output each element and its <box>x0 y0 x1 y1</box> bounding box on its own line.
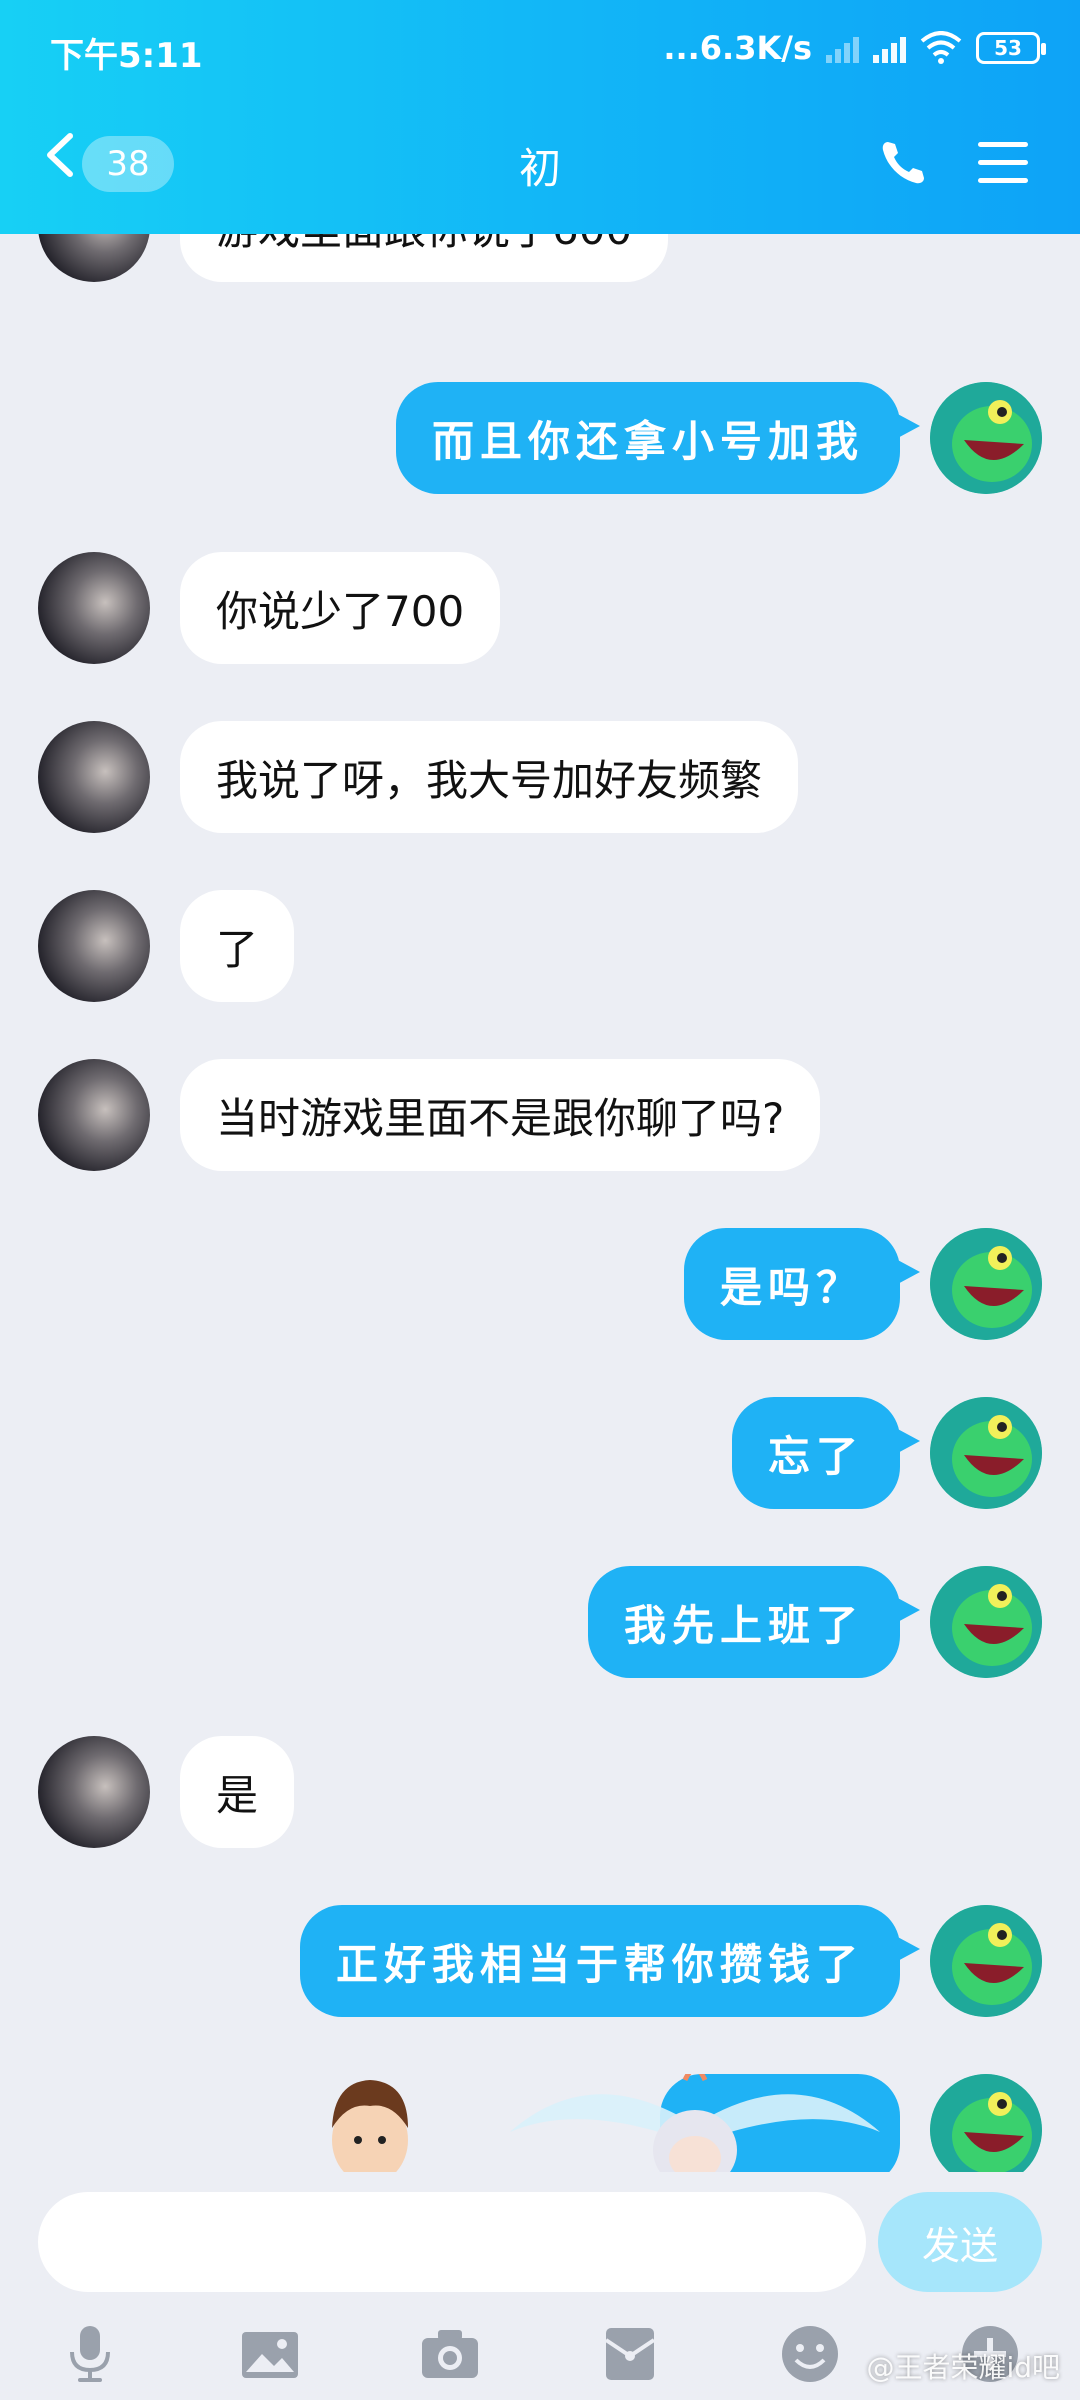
cartoon-face-icon <box>332 2080 408 2172</box>
message-bubble[interactable]: 是 <box>180 1736 295 1848</box>
avatar[interactable] <box>38 234 150 282</box>
red-packet-icon[interactable] <box>598 2322 662 2386</box>
message-list[interactable]: 游戏里面跟你说了600 而且你还拿小号加我 你说少了700 我说了呀，我大号加好… <box>0 234 1080 2172</box>
avatar[interactable] <box>38 1736 150 1848</box>
avatar[interactable] <box>930 382 1042 494</box>
menu-icon[interactable] <box>978 140 1028 186</box>
message-bubble[interactable]: 而且你还拿小号加我 <box>395 382 921 494</box>
avatar[interactable] <box>38 721 150 833</box>
message-bubble[interactable]: 忘了 <box>731 1397 921 1509</box>
input-bar: 发送 @王者荣耀id吧 <box>0 2172 1080 2400</box>
phone-icon[interactable] <box>878 138 928 188</box>
avatar[interactable] <box>38 1059 150 1171</box>
network-speed: ...6.3K/s <box>663 29 812 67</box>
message-bubble[interactable]: 了 <box>180 890 295 1002</box>
angel-sticker-icon <box>510 2074 880 2172</box>
message-bubble[interactable]: 是吗？ <box>683 1228 921 1340</box>
avatar[interactable] <box>930 1905 1042 2017</box>
avatar[interactable] <box>930 2074 1042 2172</box>
status-time: 下午5:11 <box>50 36 203 76</box>
message-bubble[interactable]: 游戏里面跟你说了600 <box>180 234 669 282</box>
avatar[interactable] <box>930 1566 1042 1678</box>
avatar[interactable] <box>930 1397 1042 1509</box>
avatar[interactable] <box>38 552 150 664</box>
image-icon[interactable] <box>238 2322 302 2386</box>
microphone-icon[interactable] <box>58 2322 122 2386</box>
message-bubble[interactable]: 正好我相当于帮你攒钱了 <box>299 1905 921 2017</box>
status-bar: 下午5:11 ...6.3K/s 53 <box>0 0 1080 96</box>
message-bubble[interactable]: 我先上班了 <box>587 1566 921 1678</box>
camera-icon[interactable] <box>418 2322 482 2386</box>
avatar[interactable] <box>38 890 150 1002</box>
message-bubble[interactable]: 当时游戏里面不是跟你聊了吗? <box>180 1059 821 1171</box>
message-bubble[interactable]: 你说少了700 <box>180 552 501 664</box>
watermark: @王者荣耀id吧 <box>866 2351 1060 2384</box>
send-button[interactable]: 发送 <box>878 2192 1042 2292</box>
emoji-icon[interactable] <box>778 2322 842 2386</box>
wifi-icon <box>920 31 962 64</box>
battery-icon: 53 <box>976 32 1046 64</box>
signal-icon <box>826 33 859 63</box>
signal-hd-icon <box>873 33 906 63</box>
status-icons: ...6.3K/s 53 <box>663 26 1046 70</box>
message-input[interactable] <box>38 2192 866 2292</box>
message-row <box>0 2074 1080 2172</box>
battery-level: 53 <box>994 36 1022 60</box>
header: 下午5:11 ...6.3K/s 53 38 初 <box>0 0 1080 234</box>
message-bubble[interactable]: 我说了呀，我大号加好友频繁 <box>180 721 799 833</box>
avatar[interactable] <box>930 1228 1042 1340</box>
